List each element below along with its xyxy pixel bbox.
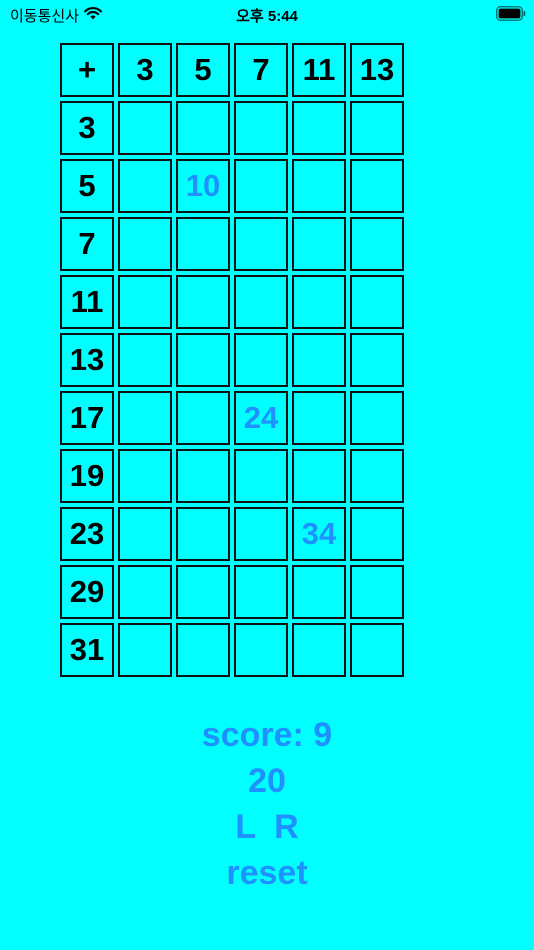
grid-cell[interactable] [350, 101, 404, 155]
reset-button[interactable]: reset [226, 850, 307, 896]
addition-grid: +3 5 7 11 13 3 5 10 7 11 13 17 24 19 23 34 29 31 [60, 43, 404, 677]
grid-cell[interactable]: 34 [292, 507, 346, 561]
grid-cell[interactable] [176, 101, 230, 155]
grid-cell[interactable] [176, 275, 230, 329]
grid-cell[interactable] [176, 391, 230, 445]
grid-cell[interactable] [234, 217, 288, 271]
grid-cell[interactable] [350, 333, 404, 387]
grid-cell[interactable] [350, 565, 404, 619]
clock: 오후 5:44 [236, 8, 298, 25]
grid-cell[interactable] [118, 159, 172, 213]
score-label: score: 9 [201, 716, 333, 754]
grid-cell[interactable] [118, 623, 172, 677]
row-header: 31 [60, 623, 114, 677]
grid-cell[interactable] [234, 507, 288, 561]
grid-cell[interactable] [292, 449, 346, 503]
grid-cell[interactable] [350, 391, 404, 445]
grid-cell[interactable] [118, 449, 172, 503]
grid-cell[interactable] [292, 623, 346, 677]
grid-cell[interactable] [234, 275, 288, 329]
grid-cell[interactable] [118, 275, 172, 329]
right-button[interactable]: R [274, 804, 299, 850]
grid-cell[interactable] [176, 507, 230, 561]
grid-cell[interactable] [292, 275, 346, 329]
target-value: 20 [248, 762, 286, 800]
direction-buttons: L R [235, 804, 298, 850]
column-header: 5 [176, 43, 230, 97]
grid-cell[interactable] [176, 623, 230, 677]
grid-cell[interactable] [234, 623, 288, 677]
grid-cell[interactable] [176, 333, 230, 387]
grid-cell[interactable] [118, 507, 172, 561]
grid-cell[interactable]: 10 [176, 159, 230, 213]
grid-cell[interactable] [350, 217, 404, 271]
grid-cell[interactable] [118, 333, 172, 387]
row-header: 13 [60, 333, 114, 387]
grid-cell[interactable] [118, 101, 172, 155]
grid-cell[interactable] [292, 333, 346, 387]
row-header: 19 [60, 449, 114, 503]
row-header: 5 [60, 159, 114, 213]
column-header: 7 [234, 43, 288, 97]
grid-cell[interactable] [292, 565, 346, 619]
grid-cell[interactable] [350, 507, 404, 561]
grid-cell[interactable] [292, 101, 346, 155]
grid-cell[interactable] [234, 101, 288, 155]
row-header: 23 [60, 507, 114, 561]
row-header: 29 [60, 565, 114, 619]
row-header: 3 [60, 101, 114, 155]
grid-cell[interactable] [350, 449, 404, 503]
grid-cell[interactable]: 24 [234, 391, 288, 445]
operator-cell: + [60, 43, 114, 97]
column-header: 3 [118, 43, 172, 97]
column-header: 11 [292, 43, 346, 97]
grid-cell[interactable] [118, 217, 172, 271]
grid-cell[interactable] [118, 565, 172, 619]
grid-cell[interactable] [234, 449, 288, 503]
column-header: 13 [350, 43, 404, 97]
grid-cell[interactable] [234, 333, 288, 387]
grid-cell[interactable] [292, 217, 346, 271]
grid-cell[interactable] [350, 623, 404, 677]
grid-cell[interactable] [176, 449, 230, 503]
grid-cell[interactable] [292, 159, 346, 213]
controls: score: 9 20 L R reset [0, 712, 534, 896]
left-button[interactable]: L [235, 804, 256, 850]
grid-cell[interactable] [234, 565, 288, 619]
battery-icon [496, 6, 526, 21]
grid-cell[interactable] [350, 275, 404, 329]
grid-cell[interactable] [350, 159, 404, 213]
row-header: 7 [60, 217, 114, 271]
row-header: 11 [60, 275, 114, 329]
grid-cell[interactable] [292, 391, 346, 445]
grid-cell[interactable] [118, 391, 172, 445]
status-bar: 이동통신사 오후 5:44 [0, 0, 534, 30]
row-header: 17 [60, 391, 114, 445]
grid-cell[interactable] [176, 217, 230, 271]
grid-cell[interactable] [176, 565, 230, 619]
grid-cell[interactable] [234, 159, 288, 213]
